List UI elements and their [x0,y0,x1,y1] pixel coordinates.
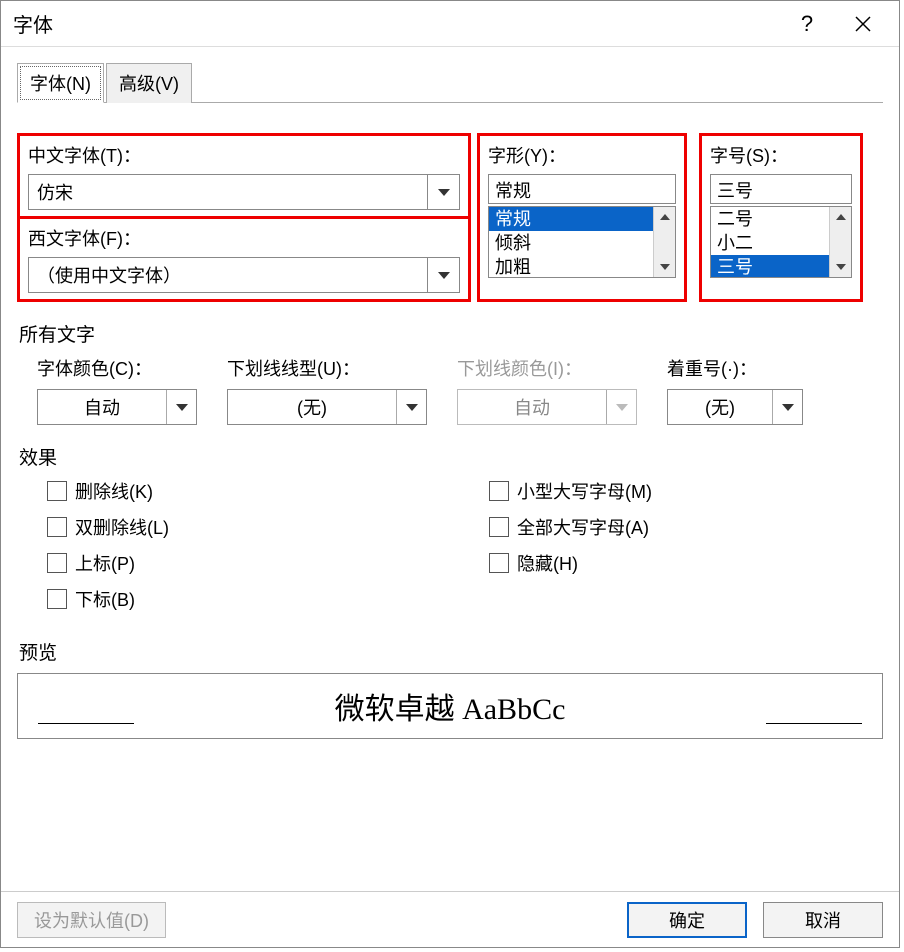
checkbox-superscript[interactable]: 上标(P) [47,550,169,576]
en-font-label: 西文字体(F)： [28,225,460,251]
checkbox-icon [47,481,67,501]
cn-font-value: 仿宋 [29,175,427,209]
checkbox-icon [489,517,509,537]
tab-advanced[interactable]: 高级(V) [106,63,192,103]
en-font-group: 西文字体(F)： （使用中文字体） [17,216,471,302]
font-color-value: 自动 [38,390,166,424]
cn-font-group: 中文字体(T)： 仿宋 [17,133,471,219]
style-input[interactable]: 常规 [488,174,676,204]
font-dialog: 字体 ? 字体(N) 高级(V) 中文字体(T)： 仿宋 西文字体(F)： [0,0,900,948]
font-color-combo[interactable]: 自动 [37,389,197,425]
titlebar: 字体 ? [1,1,899,47]
size-label: 字号(S)： [710,142,852,168]
emphasis-value: (无) [668,390,772,424]
all-text-heading: 所有文字 [19,320,883,347]
tab-strip: 字体(N) 高级(V) [17,63,883,103]
underline-color-value: 自动 [458,390,606,424]
underline-value: (无) [228,390,396,424]
checkbox-strike[interactable]: 删除线(K) [47,478,169,504]
chevron-down-icon [427,175,459,209]
style-option-regular[interactable]: 常规 [489,207,675,231]
cn-font-combo[interactable]: 仿宋 [28,174,460,210]
chevron-down-icon [396,390,426,424]
ok-button[interactable]: 确定 [627,902,747,938]
emphasis-combo[interactable]: (无) [667,389,803,425]
size-scrollbar[interactable] [829,207,851,277]
chevron-down-icon [606,390,636,424]
style-listbox[interactable]: 常规 倾斜 加粗 [488,206,676,278]
scroll-down-icon[interactable] [830,257,851,277]
checkbox-icon [47,517,67,537]
style-label: 字形(Y)： [488,142,676,168]
close-icon [854,15,872,33]
checkbox-icon [489,553,509,573]
scroll-down-icon[interactable] [654,257,675,277]
checkbox-all-caps[interactable]: 全部大写字母(A) [489,514,652,540]
checkbox-icon [47,553,67,573]
checkbox-double-strike[interactable]: 双删除线(L) [47,514,169,540]
checkbox-small-caps[interactable]: 小型大写字母(M) [489,478,652,504]
style-option-italic[interactable]: 倾斜 [489,231,675,255]
checkbox-icon [47,589,67,609]
cn-font-label: 中文字体(T)： [28,142,460,168]
underline-color-combo: 自动 [457,389,637,425]
checkbox-subscript[interactable]: 下标(B) [47,586,169,612]
preview-box: 微软卓越 AaBbCc [17,673,883,739]
cancel-button[interactable]: 取消 [763,902,883,938]
tab-font[interactable]: 字体(N) [17,63,104,103]
preview-sample: 微软卓越 AaBbCc [335,684,566,728]
en-font-combo[interactable]: （使用中文字体） [28,257,460,293]
chevron-down-icon [427,258,459,292]
set-default-button[interactable]: 设为默认值(D) [17,902,166,938]
underline-label: 下划线线型(U)： [227,355,360,381]
chevron-down-icon [772,390,802,424]
style-scrollbar[interactable] [653,207,675,277]
en-font-value: （使用中文字体） [29,258,427,292]
chevron-down-icon [166,390,196,424]
preview-underline-left [38,723,134,724]
size-listbox[interactable]: 二号 小二 三号 [710,206,852,278]
close-button[interactable] [835,2,891,46]
emphasis-label: 着重号(·)： [667,355,757,381]
checkbox-icon [489,481,509,501]
size-input[interactable]: 三号 [710,174,852,204]
underline-color-label: 下划线颜色(I)： [457,355,582,381]
size-group: 字号(S)： 三号 二号 小二 三号 [699,133,863,302]
style-group: 字形(Y)： 常规 常规 倾斜 加粗 [477,133,687,302]
font-color-label: 字体颜色(C)： [37,355,152,381]
effects-heading: 效果 [19,443,883,470]
preview-underline-right [766,723,862,724]
preview-heading: 预览 [19,638,883,665]
help-button[interactable]: ? [779,2,835,46]
underline-combo[interactable]: (无) [227,389,427,425]
checkbox-hidden[interactable]: 隐藏(H) [489,550,652,576]
scroll-up-icon[interactable] [654,207,675,227]
style-option-bold[interactable]: 加粗 [489,255,675,278]
dialog-title: 字体 [9,9,779,38]
scroll-up-icon[interactable] [830,207,851,227]
dialog-footer: 设为默认值(D) 确定 取消 [1,891,899,947]
